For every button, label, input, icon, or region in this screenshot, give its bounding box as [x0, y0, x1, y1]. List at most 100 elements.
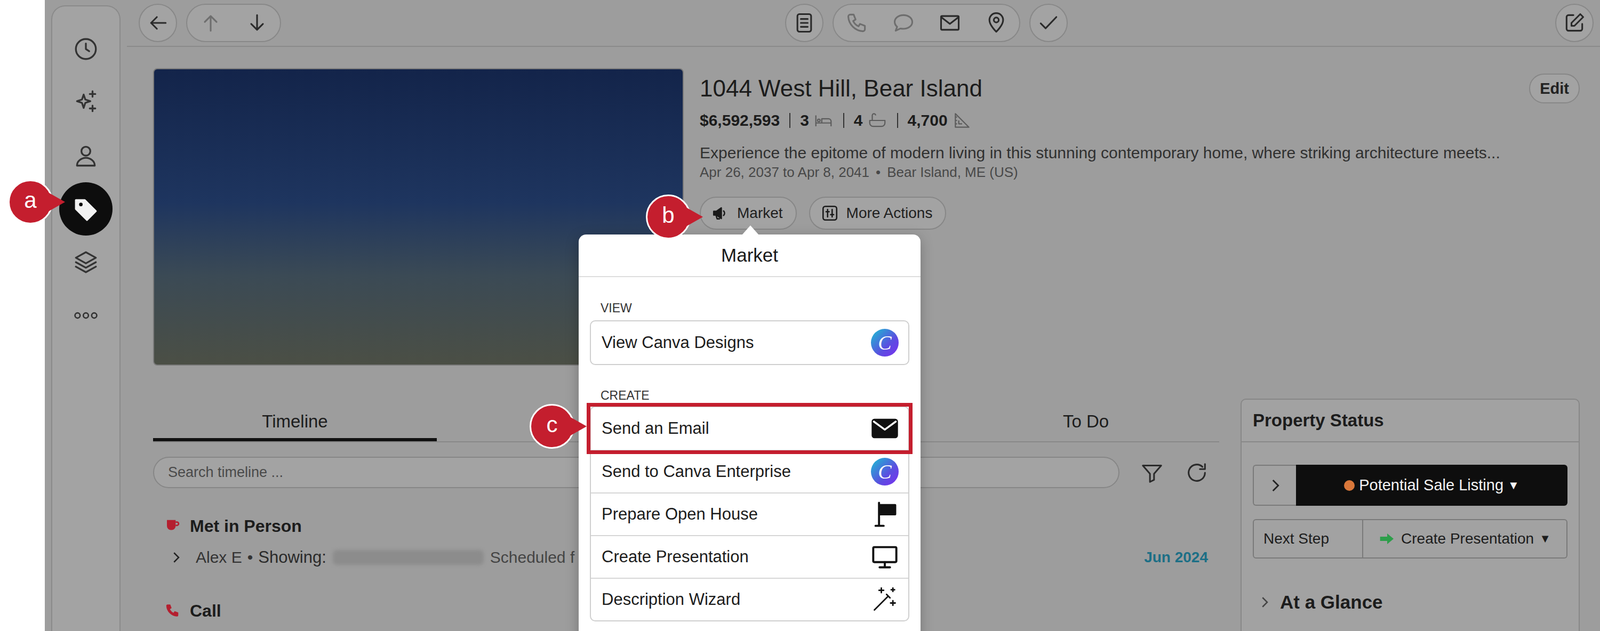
separator: •: [247, 546, 254, 570]
menu-item-label: Prepare Open House: [601, 505, 758, 525]
menu-item[interactable]: Send an Email: [590, 407, 909, 451]
expand-button[interactable]: [1252, 465, 1296, 507]
menu-item-label: Create Presentation: [601, 547, 749, 567]
sidebar-item[interactable]: [59, 129, 113, 183]
timeline-title-text: Call: [189, 599, 222, 623]
tag-icon: [72, 195, 100, 223]
sidebar-item[interactable]: [59, 22, 113, 76]
map-pin-icon: [984, 11, 1008, 35]
sidebar-item-disc: [59, 75, 113, 130]
annotation-marker: b: [645, 194, 691, 240]
clock-icon: [72, 35, 100, 63]
menu-group: Send an Email Send to Canva Enterprise C…: [589, 406, 910, 622]
tab[interactable]: To Do: [952, 401, 1220, 442]
refresh-icon[interactable]: [1184, 460, 1210, 486]
action-button[interactable]: More Actions: [809, 196, 947, 230]
stat: 4: [853, 110, 888, 131]
chevron-icon: [168, 549, 184, 566]
menu-item[interactable]: Send to Canva Enterprise C: [590, 450, 909, 493]
left-margin: [0, 0, 45, 631]
menu-item-label: Send to Canva Enterprise: [601, 462, 791, 482]
redacted-address: [332, 550, 484, 566]
chat-bubble-icon: [891, 11, 916, 35]
filter-icon[interactable]: [1139, 460, 1165, 486]
separator: •: [875, 163, 881, 181]
edit-button[interactable]: Edit: [1529, 73, 1580, 104]
toolbar-button[interactable]: [926, 4, 973, 42]
toolbar-button[interactable]: [972, 4, 1020, 42]
title-row: 1044 West Hill, Bear Island Edit: [699, 73, 1580, 104]
app-screen: 1044 West Hill, Bear Island Edit $6,592,…: [0, 0, 1600, 631]
stat-value: 4,700: [907, 111, 948, 130]
tab[interactable]: Timeline: [153, 401, 437, 442]
location: Bear Island, ME (US): [886, 163, 1019, 181]
toolbar-group: [785, 3, 824, 43]
stat-divider: [843, 113, 845, 128]
next-step-dropdown[interactable]: Create Presentation ▼: [1363, 519, 1568, 559]
menu-item[interactable]: Description Wizard: [590, 578, 909, 621]
event-date: Jun 2024: [1144, 546, 1208, 570]
stat-value: 3: [800, 111, 810, 130]
stat-value: 4: [853, 111, 863, 130]
stat-divider: [789, 113, 791, 128]
at-a-glance-label: At a Glance: [1280, 590, 1383, 615]
toolbar-button[interactable]: [833, 4, 880, 42]
annotation-marker: a: [8, 179, 53, 225]
compose-icon: [1562, 11, 1587, 35]
toolbar-button[interactable]: [880, 4, 927, 42]
action-label: Market: [737, 204, 783, 222]
menu-item[interactable]: View Canva Designs C: [590, 321, 909, 365]
canva-logo-icon: C: [870, 329, 899, 357]
toolbar-group: [1555, 3, 1594, 43]
sidebar-item[interactable]: [59, 182, 113, 236]
toolbar-button[interactable]: [786, 4, 823, 42]
sidebar-item[interactable]: [59, 235, 113, 290]
menu-item[interactable]: Prepare Open House: [590, 492, 909, 536]
phone-icon: [845, 11, 869, 35]
property-status-panel: Property Status Potential Sale Listing ▼…: [1240, 398, 1580, 631]
status-dropdown[interactable]: Potential Sale Listing ▼: [1296, 465, 1568, 507]
toolbar-button[interactable]: [233, 4, 280, 42]
stat-divider: [897, 113, 899, 128]
listing-dates: Apr 26, 2037 to Apr 8, 2041 • Bear Islan…: [699, 163, 1580, 181]
toolbar-group: [1029, 3, 1068, 43]
down-arrow-icon: [245, 11, 269, 35]
date-range: Apr 26, 2037 to Apr 8, 2041: [699, 163, 870, 181]
sidebar-item-disc: [59, 235, 113, 290]
stat: 4,700: [907, 110, 973, 131]
menu-pointer: [741, 225, 759, 236]
toolbar-button[interactable]: [1030, 4, 1067, 42]
action-label: More Actions: [846, 204, 933, 222]
caret: ▼: [1539, 532, 1551, 547]
status-row: Potential Sale Listing ▼: [1252, 465, 1568, 507]
menu-item-label: View Canva Designs: [601, 333, 754, 353]
sidebar-item[interactable]: [59, 289, 113, 343]
toolbar-button[interactable]: [1556, 4, 1593, 42]
menu-section-heading: CREATE: [589, 387, 910, 404]
next-step-value: Create Presentation: [1401, 530, 1534, 548]
back-arrow-icon: [146, 11, 170, 35]
sidebar-item-disc: [59, 129, 113, 183]
panel-header: Property Status: [1241, 400, 1579, 443]
event-type: Showing:: [258, 546, 327, 570]
action-button[interactable]: Market: [699, 196, 797, 230]
action-buttons: Market More Actions: [699, 196, 1580, 230]
menu-section-heading: VIEW: [589, 300, 910, 317]
chevron-icon: [1266, 476, 1285, 495]
person-icon: [72, 142, 100, 170]
annotation-label: a: [24, 189, 37, 215]
event-note: Scheduled f: [490, 546, 575, 570]
at-a-glance-header[interactable]: At a Glance: [1256, 590, 1579, 615]
toolbar-button[interactable]: [187, 4, 234, 42]
mail-icon: [938, 11, 962, 35]
checkmark-icon: [1036, 11, 1061, 35]
canva-logo-icon: C: [870, 458, 899, 486]
agent-name: Alex E: [195, 546, 243, 570]
sidebar: [51, 5, 121, 631]
cup-icon: [164, 518, 181, 535]
sidebar-item-disc: [59, 22, 113, 76]
sidebar-item[interactable]: [59, 75, 113, 130]
menu-item[interactable]: Create Presentation: [590, 535, 909, 579]
sparkles-icon: [72, 89, 100, 116]
toolbar-button[interactable]: [139, 4, 176, 42]
